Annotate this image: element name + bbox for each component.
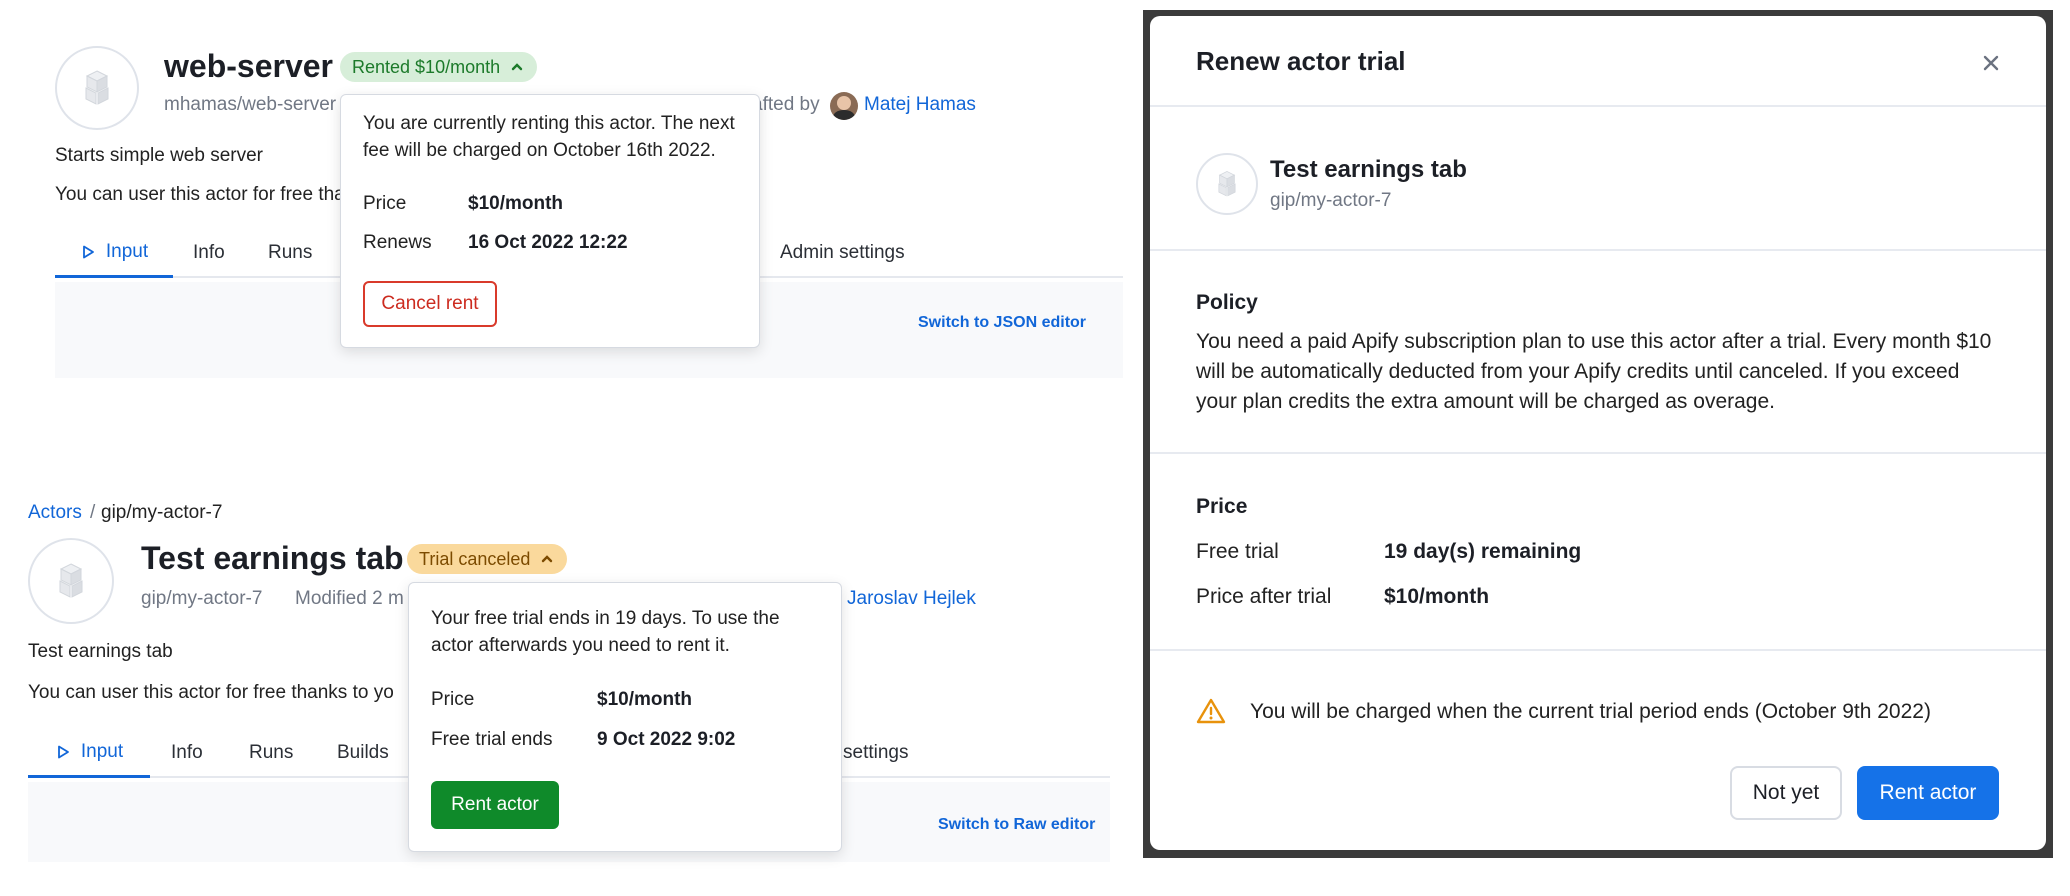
- trial-status-badge[interactable]: Trial canceled: [407, 544, 568, 574]
- breadcrumb-separator: /: [90, 502, 96, 523]
- actor-title: Test earnings tab: [141, 540, 404, 576]
- tab-info[interactable]: Info: [193, 228, 225, 278]
- policy-heading: Policy: [1196, 291, 1258, 314]
- actor-avatar: [28, 538, 114, 624]
- charge-warning-text: You will be charged when the current tri…: [1250, 700, 1931, 723]
- actor-slug: gip/my-actor-7: [141, 588, 263, 609]
- rental-popover: You are currently renting this actor. Th…: [340, 94, 760, 348]
- actor-cube-icon: [59, 563, 83, 598]
- price-after-trial-label: Price after trial: [1196, 585, 1332, 608]
- chevron-up-icon: [511, 63, 523, 71]
- author-avatar: [830, 92, 858, 120]
- author-link[interactable]: Jaroslav Hejlek: [847, 588, 976, 610]
- price-after-trial-value: $10/month: [1384, 585, 1490, 608]
- modal-actor-name: Test earnings tab: [1270, 156, 1467, 183]
- price-label: Price: [363, 193, 407, 214]
- cancel-rent-button[interactable]: Cancel rent: [363, 281, 497, 327]
- price-value: $10/month: [597, 689, 693, 710]
- actor-cube-icon: [1218, 171, 1236, 197]
- trial-ends-value: 9 Oct 2022 9:02: [597, 729, 736, 750]
- tab-input[interactable]: Input: [28, 728, 150, 778]
- badge-label: Trial canceled: [419, 548, 531, 569]
- play-icon: [57, 745, 69, 758]
- popover-text: You are currently renting this actor. Th…: [363, 113, 735, 161]
- chevron-up-icon: [542, 555, 553, 563]
- actor-avatar: [1196, 153, 1258, 215]
- modal-title: Renew actor trial: [1196, 46, 1406, 76]
- tab-runs[interactable]: Runs: [249, 728, 293, 778]
- actor-title: web-server: [164, 48, 333, 84]
- breadcrumb-current: gip/my-actor-7: [101, 502, 223, 523]
- tab-runs[interactable]: Runs: [268, 228, 312, 278]
- modal-actor-slug: gip/my-actor-7: [1270, 190, 1392, 211]
- actor-description: Test earnings tab: [28, 641, 173, 662]
- close-icon[interactable]: [1980, 52, 2002, 74]
- modified-label: Modified 2 m: [295, 588, 404, 609]
- switch-editor-link[interactable]: Switch to Raw editor: [938, 816, 1095, 834]
- trial-ends-label: Free trial ends: [431, 729, 553, 750]
- tab-input[interactable]: Input: [55, 228, 173, 278]
- popover-text: Your free trial ends in 19 days. To use …: [431, 608, 780, 656]
- actor-avatar: [55, 46, 139, 130]
- rent-actor-button[interactable]: Rent actor: [1857, 766, 1999, 820]
- actor-cube-icon: [85, 70, 109, 105]
- not-yet-button[interactable]: Not yet: [1730, 766, 1842, 820]
- actor-slug: mhamas/web-server: [164, 94, 337, 115]
- actor-info-text: You can user this actor for free tha: [55, 184, 345, 205]
- tab-builds[interactable]: Builds: [337, 728, 389, 778]
- renews-label: Renews: [363, 232, 432, 253]
- breadcrumb-actors-link[interactable]: Actors: [28, 502, 82, 524]
- badge-label: Rented $10/month: [352, 56, 501, 77]
- modal-divider: [1150, 105, 2046, 107]
- free-trial-value: 19 day(s) remaining: [1384, 540, 1582, 563]
- crafted-by-label: afted by: [752, 94, 820, 115]
- rent-actor-button[interactable]: Rent actor: [431, 781, 559, 829]
- tab-label: Input: [80, 740, 124, 762]
- tab-label: Input: [105, 240, 149, 262]
- author-link[interactable]: Matej Hamas: [864, 94, 976, 116]
- tab-settings[interactable]: settings: [843, 728, 908, 778]
- price-label: Price: [431, 689, 475, 710]
- price-value: $10/month: [468, 193, 564, 214]
- tab-info[interactable]: Info: [171, 728, 203, 778]
- policy-text: You need a paid Apify subscription plan …: [1196, 330, 1992, 413]
- modal-divider: [1150, 249, 2046, 251]
- modal-divider: [1150, 649, 2046, 651]
- free-trial-label: Free trial: [1196, 540, 1279, 563]
- renew-trial-modal: Renew actor trial Test earnings tab gip/…: [1150, 16, 2046, 850]
- switch-editor-link[interactable]: Switch to JSON editor: [918, 314, 1086, 332]
- price-heading: Price: [1196, 495, 1248, 518]
- warning-icon: [1196, 698, 1226, 724]
- trial-popover: Your free trial ends in 19 days. To use …: [408, 582, 842, 852]
- rental-status-badge[interactable]: Rented $10/month: [340, 52, 538, 82]
- play-icon: [82, 245, 94, 258]
- actor-info-text: You can user this actor for free thanks …: [28, 682, 394, 703]
- tab-admin-settings[interactable]: Admin settings: [780, 228, 905, 278]
- renews-value: 16 Oct 2022 12:22: [468, 232, 628, 253]
- actor-description: Starts simple web server: [55, 145, 264, 166]
- modal-divider: [1150, 452, 2046, 454]
